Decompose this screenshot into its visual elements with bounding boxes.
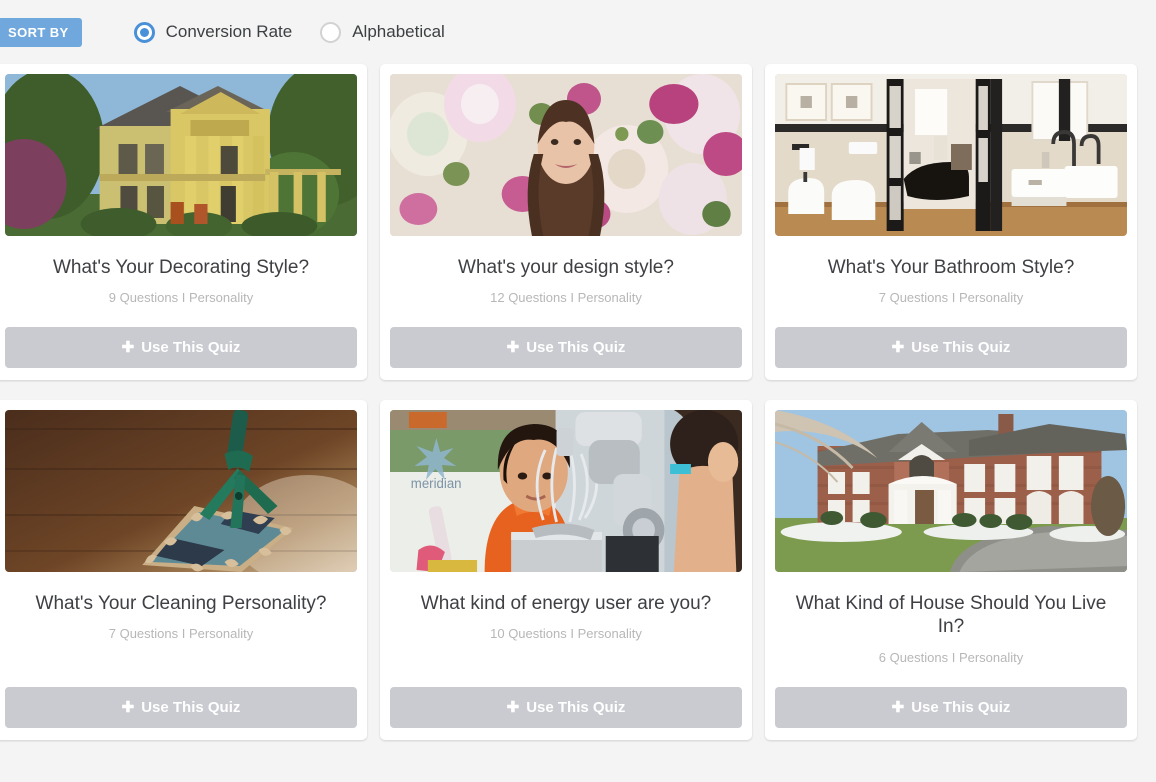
quiz-meta: 7 Questions I Personality <box>878 290 1024 306</box>
quiz-card[interactable]: What's your design style? 12 Questions I… <box>380 64 752 381</box>
use-this-quiz-label: Use This Quiz <box>141 339 241 357</box>
quiz-title: What's Your Bathroom Style? <box>827 257 1075 278</box>
plus-icon: ✚ <box>506 698 520 716</box>
plus-icon: ✚ <box>121 339 135 357</box>
use-this-quiz-label: Use This Quiz <box>526 339 626 357</box>
victorian-house-photo <box>5 74 357 236</box>
use-this-quiz-button[interactable]: ✚ Use This Quiz <box>775 686 1127 728</box>
woman-floral-backdrop-photo <box>390 74 742 236</box>
quiz-card[interactable]: What's Your Cleaning Personality? 7 Ques… <box>0 400 367 740</box>
quiz-title: What's your design style? <box>458 257 674 278</box>
svg-text:meridian: meridian <box>411 476 462 491</box>
sort-option-label: Conversion Rate <box>165 22 293 41</box>
quiz-template-grid: What's Your Decorating Style? 9 Question… <box>0 64 1156 740</box>
sort-option-label: Alphabetical <box>352 22 445 41</box>
quiz-card[interactable]: What Kind of House Should You Live In? 6… <box>765 400 1137 740</box>
brick-colonial-house-photo <box>775 410 1127 573</box>
use-this-quiz-label: Use This Quiz <box>911 698 1011 716</box>
use-this-quiz-label: Use This Quiz <box>141 698 241 716</box>
sort-by-badge: SORT BY <box>0 17 82 47</box>
quiz-title: What's Your Cleaning Personality? <box>35 593 327 615</box>
use-this-quiz-label: Use This Quiz <box>526 698 626 716</box>
plus-icon: ✚ <box>506 339 520 357</box>
quiz-meta: 10 Questions I Personality <box>490 626 642 642</box>
use-this-quiz-button[interactable]: ✚ Use This Quiz <box>390 327 742 369</box>
use-this-quiz-label: Use This Quiz <box>911 339 1011 357</box>
use-this-quiz-button[interactable]: ✚ Use This Quiz <box>390 686 742 728</box>
quiz-meta: 9 Questions I Personality <box>108 290 254 306</box>
quiz-title: What's Your Decorating Style? <box>52 257 310 278</box>
quiz-title: What kind of energy user are you? <box>420 593 712 615</box>
quiz-card[interactable]: What's Your Bathroom Style? 7 Questions … <box>765 64 1137 381</box>
quiz-meta: 6 Questions I Personality <box>878 649 1024 665</box>
quiz-card[interactable]: What's Your Decorating Style? 9 Question… <box>0 64 367 381</box>
radio-selected-icon[interactable] <box>133 21 155 43</box>
quiz-card[interactable]: meridian What kind of energy user are yo… <box>380 400 752 740</box>
use-this-quiz-button[interactable]: ✚ Use This Quiz <box>775 327 1127 369</box>
sort-bar: SORT BY Conversion Rate Alphabetical <box>0 0 1156 64</box>
quiz-meta: 7 Questions I Personality <box>108 626 254 642</box>
quiz-meta: 12 Questions I Personality <box>490 290 642 306</box>
plus-icon: ✚ <box>121 698 135 716</box>
modern-bathroom-photo <box>775 74 1127 236</box>
radio-unselected-icon[interactable] <box>320 21 342 43</box>
plus-icon: ✚ <box>891 339 905 357</box>
quiz-title: What Kind of House Should You Live In? <box>795 593 1107 638</box>
sort-option-conversion-rate[interactable]: Conversion Rate <box>133 21 293 43</box>
boy-baking-mixer-photo: meridian <box>390 410 742 573</box>
dust-mop-hardwood-photo <box>5 410 357 573</box>
sort-options-group: Conversion Rate Alphabetical <box>133 21 445 43</box>
sort-option-alphabetical[interactable]: Alphabetical <box>320 21 445 43</box>
use-this-quiz-button[interactable]: ✚ Use This Quiz <box>5 327 357 369</box>
use-this-quiz-button[interactable]: ✚ Use This Quiz <box>5 686 357 728</box>
plus-icon: ✚ <box>891 698 905 716</box>
